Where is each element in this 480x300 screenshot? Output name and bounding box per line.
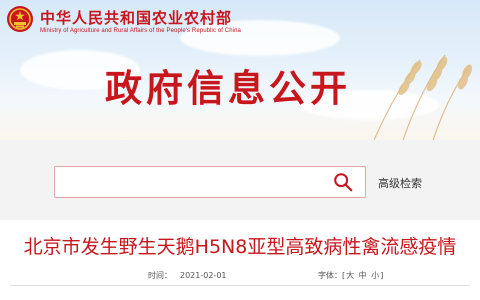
date-value: 2021-02-01: [180, 271, 227, 280]
search-input[interactable]: [63, 171, 313, 193]
site-title[interactable]: 中华人民共和国农业农村部: [40, 7, 232, 28]
search-box[interactable]: [54, 166, 366, 198]
article-title: 北京市发生野生天鹅H5N8亚型高致病性禽流感疫情: [23, 236, 457, 258]
font-medium-link[interactable]: 中: [359, 271, 367, 280]
search-button[interactable]: [331, 171, 355, 195]
date-label: 时间：: [148, 271, 172, 280]
search-icon: [334, 173, 353, 192]
divider: [10, 285, 470, 286]
font-size-controls: 字体：[大 中 小]: [318, 270, 383, 281]
header-banner: 中华人民共和国农业农村部 Ministry of Agriculture and…: [0, 0, 480, 140]
site-subtitle: Ministry of Agriculture and Rural Affair…: [40, 28, 241, 34]
bracket-close: ]: [380, 271, 384, 280]
bracket-open: [: [342, 271, 346, 280]
article-meta: 时间： 2021-02-01 字体：[大 中 小]: [0, 270, 480, 282]
advanced-search-link[interactable]: 高级检索: [378, 175, 422, 191]
font-small-link[interactable]: 小: [371, 271, 379, 280]
font-large-link[interactable]: 大: [346, 271, 354, 280]
national-emblem-icon[interactable]: [6, 5, 34, 33]
wheat-decoration: [373, 54, 472, 140]
publish-date: 时间： 2021-02-01: [148, 270, 227, 281]
banner-heading: 政府信息公开: [105, 67, 351, 110]
font-label: 字体：: [318, 271, 342, 280]
